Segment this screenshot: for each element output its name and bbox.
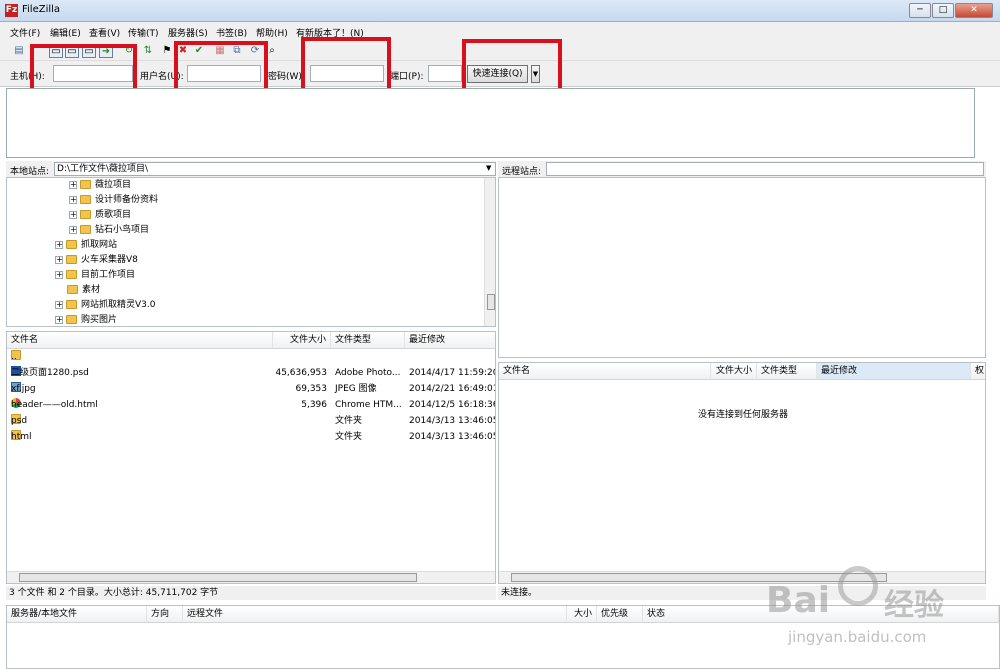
local-directory-tree[interactable]: + 薇拉项目 + 设计师备份资料 + 质歌项目 + 钻石小鸟项目 + 抓取网站 + 火车采集… bbox=[6, 177, 496, 327]
tree-item[interactable]: + 薇拉项目 bbox=[69, 178, 131, 193]
local-list-hscrollbar[interactable] bbox=[7, 571, 495, 583]
menu-file[interactable]: 文件(F) bbox=[10, 26, 40, 39]
watermark-paw-icon bbox=[838, 566, 878, 606]
local-status-text: 3 个文件 和 2 个目录。大小总计: 45,711,702 字节 bbox=[6, 586, 496, 600]
local-path-dropdown-icon[interactable]: ▼ bbox=[486, 164, 491, 172]
hscroll-thumb[interactable] bbox=[19, 573, 417, 582]
queue-header-size[interactable]: 大小 bbox=[567, 606, 597, 623]
file-row[interactable]: psd 文件夹 2014/3/13 13:46:05 bbox=[7, 414, 495, 429]
close-button[interactable]: ✕ bbox=[955, 3, 993, 18]
remote-file-list[interactable]: 文件名 文件大小 文件类型 最近修改 权 没有连接到任何服务器 bbox=[498, 362, 986, 584]
site-manager-icon[interactable]: ▤ bbox=[12, 44, 26, 58]
filezilla-logo-icon: Fz bbox=[5, 4, 18, 17]
menu-transfer[interactable]: 传输(T) bbox=[128, 26, 159, 39]
maximize-button[interactable]: □ bbox=[932, 3, 954, 18]
local-path-bar: 本地站点: D:\工作文件\薇拉项目\ ▼ bbox=[6, 161, 496, 177]
folder-icon bbox=[80, 180, 91, 189]
password-label: 密码(W): bbox=[268, 72, 305, 82]
tree-item[interactable]: + 设计师备份资料 bbox=[69, 193, 158, 208]
tree-item[interactable]: + 火车采集器V8 bbox=[55, 253, 138, 268]
message-log[interactable] bbox=[6, 88, 975, 158]
folder-icon bbox=[66, 270, 77, 279]
column-header-size[interactable]: 文件大小 bbox=[711, 363, 757, 380]
column-header-modified[interactable]: 最近修改 bbox=[405, 332, 495, 349]
remote-path-input[interactable] bbox=[546, 162, 984, 176]
folder-icon bbox=[80, 210, 91, 219]
column-header-type[interactable]: 文件类型 bbox=[331, 332, 405, 349]
tree-scroll-thumb[interactable] bbox=[487, 294, 495, 310]
menu-server[interactable]: 服务器(S) bbox=[168, 26, 208, 39]
file-row[interactable]: xf.jpg 69,353 JPEG 图像 2014/2/21 16:49:01 bbox=[7, 382, 495, 397]
tree-scrollbar[interactable] bbox=[484, 178, 495, 326]
local-file-list[interactable]: 文件名 文件大小 文件类型 最近修改 .. 二级页面1280.psd 45,63… bbox=[6, 331, 496, 584]
tree-item[interactable]: + 钻石小鸟项目 bbox=[69, 223, 149, 238]
window-title: FileZilla bbox=[22, 4, 61, 15]
title-bar bbox=[0, 0, 1000, 22]
column-header-modified[interactable]: 最近修改 bbox=[817, 363, 971, 380]
remote-site-label: 远程站点: bbox=[502, 167, 542, 177]
tree-item[interactable]: + 质歌项目 bbox=[69, 208, 131, 223]
file-row[interactable]: html 文件夹 2014/3/13 13:46:05 bbox=[7, 430, 495, 445]
folder-icon bbox=[66, 255, 77, 264]
minimize-button[interactable]: ─ bbox=[909, 3, 931, 18]
watermark-url: jingyan.baidu.com bbox=[788, 628, 927, 646]
folder-icon bbox=[67, 285, 78, 294]
column-header-size[interactable]: 文件大小 bbox=[273, 332, 331, 349]
column-header-type[interactable]: 文件类型 bbox=[757, 363, 817, 380]
queue-header-direction[interactable]: 方向 bbox=[147, 606, 183, 623]
watermark-brand-cn: 经验 bbox=[884, 588, 944, 623]
folder-icon bbox=[80, 225, 91, 234]
remote-path-bar: 远程站点: bbox=[498, 161, 986, 177]
queue-header-server-local[interactable]: 服务器/本地文件 bbox=[7, 606, 147, 623]
port-input[interactable] bbox=[428, 65, 462, 82]
file-row[interactable]: header——old.html 5,396 Chrome HTM... 201… bbox=[7, 398, 495, 413]
process-queue-icon[interactable]: ⇅ bbox=[141, 44, 155, 58]
tree-item[interactable]: + 购买图片 bbox=[55, 313, 117, 326]
menu-help[interactable]: 帮助(H) bbox=[256, 26, 288, 39]
local-path-input[interactable]: D:\工作文件\薇拉项目\ bbox=[54, 162, 496, 176]
tree-item[interactable]: + 目前工作项目 bbox=[55, 268, 135, 283]
local-site-label: 本地站点: bbox=[10, 167, 50, 177]
stop-flag-icon[interactable]: ⚑ bbox=[160, 44, 174, 58]
tree-item[interactable]: + 抓取网站 bbox=[55, 238, 117, 253]
tree-item[interactable]: + 网站抓取精灵V3.0 bbox=[55, 298, 155, 313]
folder-icon bbox=[66, 315, 77, 324]
remote-directory-tree[interactable] bbox=[498, 177, 986, 358]
file-row[interactable]: 二级页面1280.psd 45,636,953 Adobe Photo... 2… bbox=[7, 366, 495, 381]
folder-icon bbox=[66, 240, 77, 249]
not-connected-message: 没有连接到任何服务器 bbox=[697, 410, 788, 420]
file-row[interactable]: .. bbox=[7, 350, 495, 365]
folder-icon bbox=[80, 195, 91, 204]
menu-edit[interactable]: 编辑(E) bbox=[50, 26, 81, 39]
column-header-permissions[interactable]: 权 bbox=[971, 363, 985, 380]
hscroll-thumb[interactable] bbox=[511, 573, 887, 582]
column-header-filename[interactable]: 文件名 bbox=[499, 363, 711, 380]
port-label: 端口(P): bbox=[390, 72, 424, 82]
menu-view[interactable]: 查看(V) bbox=[89, 26, 120, 39]
column-header-filename[interactable]: 文件名 bbox=[7, 332, 273, 349]
folder-icon bbox=[66, 300, 77, 309]
tree-item[interactable]: 素材 bbox=[67, 283, 100, 298]
queue-header-priority[interactable]: 优先级 bbox=[597, 606, 643, 623]
menu-bookmarks[interactable]: 书签(B) bbox=[216, 26, 247, 39]
watermark-brand: Bai bbox=[766, 580, 831, 621]
queue-header-remote-file[interactable]: 远程文件 bbox=[183, 606, 567, 623]
